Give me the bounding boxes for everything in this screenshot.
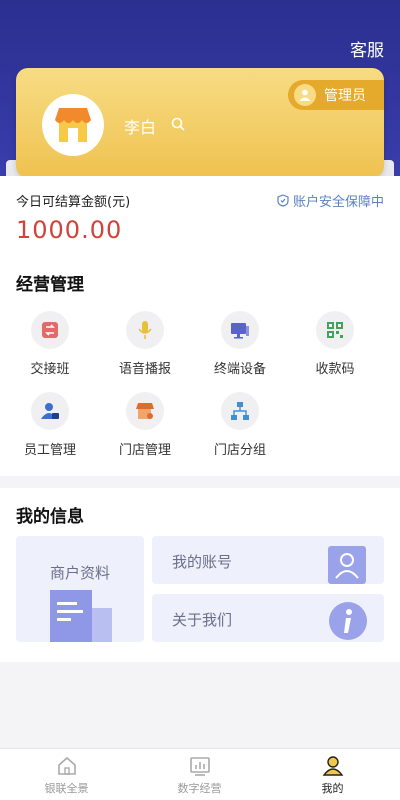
terminal-device-icon <box>221 311 259 349</box>
main-panel: 今日可结算金额(元) 账户安全保障中 1000.00 经营管理 交接班 语音播报… <box>0 176 400 476</box>
tab-mine[interactable]: 我的 <box>266 749 399 800</box>
bottom-tab-bar: 银联全景 数字经营 我的 <box>0 748 400 800</box>
document-icon <box>50 590 112 642</box>
shield-icon <box>277 194 289 207</box>
profile-card: 李白 管理员 <box>16 68 384 178</box>
grid-item-label: 终端设备 <box>213 362 266 377</box>
store-icon <box>55 108 91 142</box>
grid-item-shift-handover[interactable]: 交接班 <box>10 311 90 381</box>
about-us-label: 关于我们 <box>172 611 233 629</box>
info-icon <box>329 602 367 640</box>
user-icon <box>322 756 343 776</box>
merchant-profile-label: 商户资料 <box>49 564 110 582</box>
store-avatar <box>42 94 104 156</box>
store-group-icon <box>221 392 259 430</box>
my-account-label: 我的账号 <box>172 553 233 571</box>
info-section-title: 我的信息 <box>16 507 84 527</box>
merchant-profile-tile[interactable]: 商户资料 <box>16 536 144 642</box>
grid-item-terminal-device[interactable]: 终端设备 <box>200 311 280 381</box>
store-icon <box>126 392 164 430</box>
tab-label: 银联全景 <box>44 782 89 795</box>
grid-item-label: 门店分组 <box>213 443 266 458</box>
role-badge: 管理员 <box>288 80 384 110</box>
grid-item-label: 员工管理 <box>23 443 76 458</box>
tab-label: 数字经营 <box>177 782 222 795</box>
shift-handover-icon <box>31 311 69 349</box>
tab-label: 我的 <box>321 782 344 795</box>
grid-item-label: 交接班 <box>30 362 70 377</box>
grid-item-store-group[interactable]: 门店分组 <box>200 392 280 462</box>
microphone-icon <box>126 311 164 349</box>
settlement-label: 今日可结算金额(元) <box>16 195 131 210</box>
about-us-tile[interactable]: 关于我们 <box>152 594 384 642</box>
security-label: 账户安全保障中 <box>292 195 384 210</box>
home-icon <box>57 756 76 775</box>
grid-item-label: 语音播报 <box>118 362 171 377</box>
user-name: 李白 <box>124 118 157 137</box>
tab-digital-business[interactable]: 数字经营 <box>133 749 266 800</box>
grid-item-store-management[interactable]: 门店管理 <box>105 392 185 462</box>
contact-card-icon <box>328 546 366 584</box>
business-section-title: 经营管理 <box>16 275 84 295</box>
grid-item-payment-code[interactable]: 收款码 <box>295 311 375 381</box>
settlement-amount: 1000.00 <box>16 216 123 244</box>
qr-code-icon <box>316 311 354 349</box>
security-status: 账户安全保障中 <box>277 191 384 210</box>
chart-icon <box>189 757 210 776</box>
my-info-panel: 我的信息 商户资料 我的账号 关于我们 <box>0 488 400 662</box>
search-icon[interactable] <box>171 117 185 131</box>
grid-item-label: 收款码 <box>315 362 355 377</box>
tab-overview[interactable]: 银联全景 <box>0 749 133 800</box>
my-account-tile[interactable]: 我的账号 <box>152 536 384 584</box>
grid-item-voice-broadcast[interactable]: 语音播报 <box>105 311 185 381</box>
customer-service-link[interactable]: 客服 <box>350 36 384 61</box>
grid-item-label: 门店管理 <box>118 443 171 458</box>
role-label: 管理员 <box>324 88 366 104</box>
grid-item-staff-management[interactable]: 员工管理 <box>10 392 90 462</box>
staff-icon <box>31 392 69 430</box>
admin-icon <box>294 84 316 106</box>
